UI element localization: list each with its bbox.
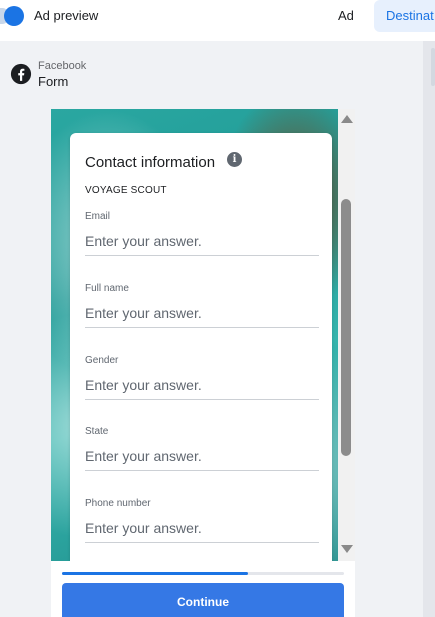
form-card: Contact information i VOYAGE SCOUT Email…: [70, 133, 332, 573]
field-state: State: [85, 426, 319, 484]
full-name-input[interactable]: [85, 298, 319, 328]
info-icon[interactable]: i: [227, 152, 242, 167]
field-label: Email: [85, 211, 111, 222]
scroll-down-arrow-icon[interactable]: [341, 545, 353, 553]
progress-bar: [62, 572, 344, 575]
state-input[interactable]: [85, 441, 319, 471]
phone-number-input[interactable]: [85, 513, 319, 543]
preview-header: Ad preview Ad Destinat: [0, 0, 435, 41]
progress-fill: [62, 572, 249, 575]
source-platform: Facebook: [38, 60, 87, 72]
tab-destination[interactable]: Destinat: [374, 0, 435, 32]
tab-ad[interactable]: Ad: [338, 8, 354, 23]
facebook-icon: [10, 63, 32, 85]
phone-preview: Contact information i VOYAGE SCOUT Email…: [51, 109, 355, 617]
email-input[interactable]: [85, 226, 319, 256]
field-label: Phone number: [85, 498, 151, 509]
source-type: Form: [38, 74, 69, 89]
field-email: Email: [85, 211, 319, 269]
field-label: State: [85, 426, 109, 437]
right-panel-handle: [431, 48, 435, 86]
form-footer: Continue: [51, 561, 355, 617]
continue-button[interactable]: Continue: [62, 583, 344, 617]
field-gender: Gender: [85, 355, 319, 413]
brand-name: VOYAGE SCOUT: [85, 185, 167, 196]
scrollbar[interactable]: [338, 109, 355, 561]
field-label: Gender: [85, 355, 119, 366]
form-title: Contact information: [85, 154, 216, 171]
field-phone-number: Phone number: [85, 498, 319, 556]
preview-toggle[interactable]: [4, 6, 24, 26]
gender-input[interactable]: [85, 370, 319, 400]
field-label: Full name: [85, 283, 129, 294]
scroll-up-arrow-icon[interactable]: [341, 115, 353, 123]
preview-title: Ad preview: [34, 8, 99, 23]
scrollbar-thumb[interactable]: [341, 199, 351, 456]
field-full-name: Full name: [85, 283, 319, 341]
right-panel-edge: [423, 41, 435, 617]
